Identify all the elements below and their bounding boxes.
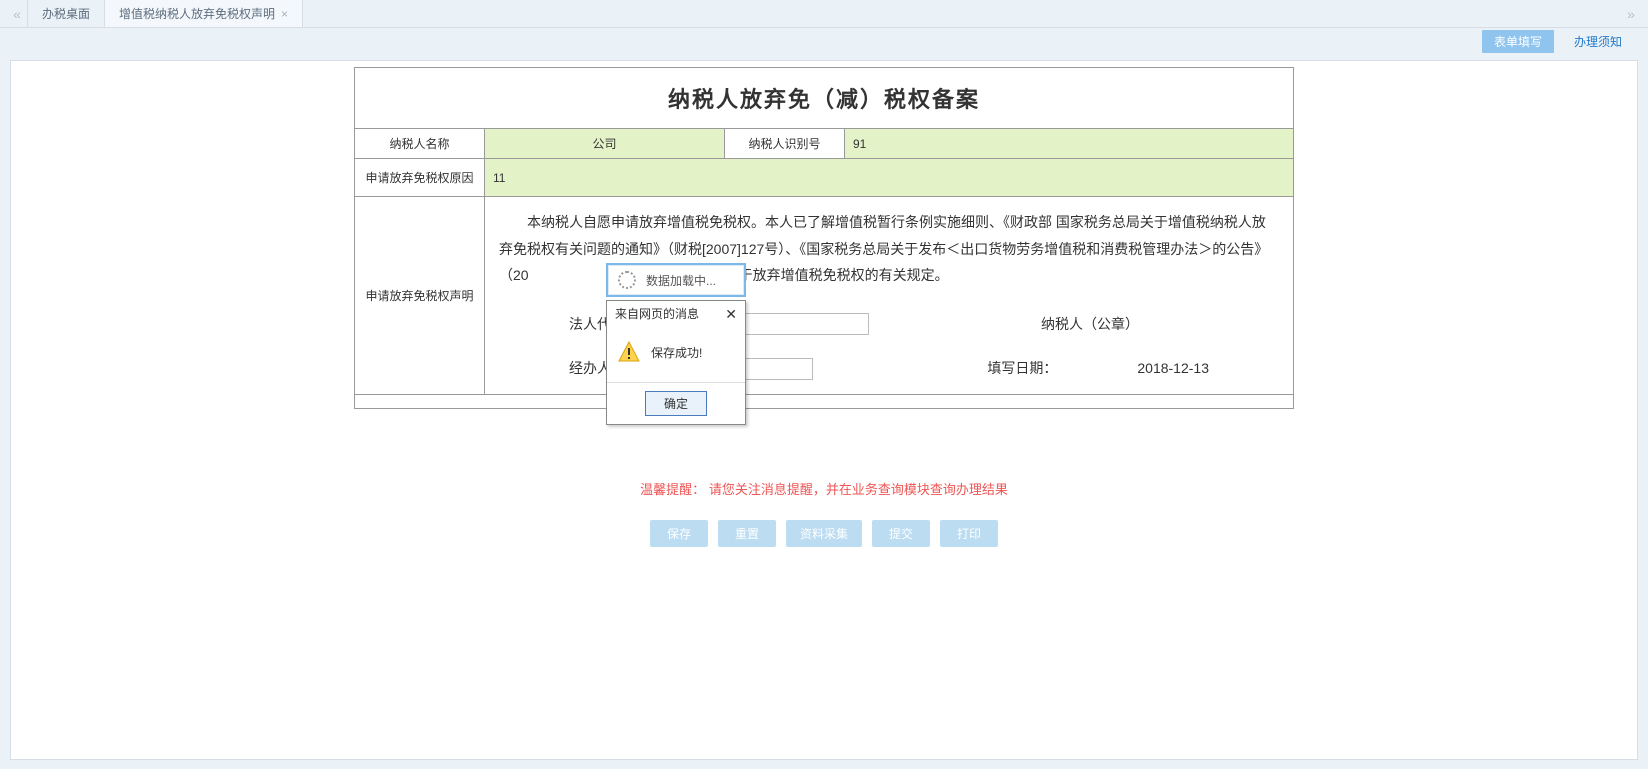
reminder-label: 温馨提醒：: [640, 482, 705, 497]
tab-form-fill[interactable]: 表单填写: [1482, 30, 1554, 53]
input-reason[interactable]: 11: [485, 159, 1294, 197]
dialog-body: 保存成功!: [607, 326, 745, 382]
save-button[interactable]: 保存: [650, 520, 708, 547]
dialog-ok-button[interactable]: 确定: [645, 391, 707, 416]
reminder-text: 温馨提醒： 请您关注消息提醒，并在业务查询模块查询办理结果: [354, 479, 1294, 498]
tab-label: 办税桌面: [42, 0, 90, 28]
dialog-message: 保存成功!: [651, 344, 702, 361]
loading-toast: 数据加载中...: [606, 263, 746, 297]
label-taxpayer-seal: 纳税人（公章）: [1041, 311, 1139, 338]
label-fill-date: 填写日期：: [987, 355, 1057, 382]
tabs-scroll-right-icon[interactable]: »: [1620, 0, 1642, 27]
tab-strip: « 办税桌面 增值税纳税人放弃免税权声明 × »: [0, 0, 1648, 28]
value-fill-date: 2018-12-13: [1137, 355, 1209, 382]
form-table: 纳税人名称 公司 纳税人识别号 91 申请放弃免税权原因 11 申请放弃免税权声…: [354, 128, 1294, 409]
print-button[interactable]: 打印: [940, 520, 998, 547]
reset-button[interactable]: 重置: [718, 520, 776, 547]
page-title: 纳税人放弃免（减）税权备案: [354, 67, 1294, 128]
form-area: 纳税人放弃免（减）税权备案 纳税人名称 公司 纳税人识别号 91 申请放弃免税权…: [354, 67, 1294, 547]
action-bar: 保存 重置 资料采集 提交 打印: [354, 520, 1294, 547]
tab-vat-waiver[interactable]: 增值税纳税人放弃免税权声明 ×: [104, 0, 303, 27]
value-taxpayer-id: 91: [845, 129, 1294, 159]
page-container: 纳税人放弃免（减）税权备案 纳税人名称 公司 纳税人识别号 91 申请放弃免税权…: [10, 60, 1638, 760]
dialog-actions: 确定: [607, 382, 745, 424]
dialog-titlebar: 来自网页的消息 ✕: [607, 301, 745, 326]
spinner-icon: [618, 271, 636, 289]
reminder-body: 请您关注消息提醒，并在业务查询模块查询办理结果: [709, 482, 1008, 497]
message-dialog: 来自网页的消息 ✕ 保存成功! 确定: [606, 300, 746, 425]
collect-button[interactable]: 资料采集: [786, 520, 862, 547]
sub-toolbar: 表单填写 办理须知: [0, 28, 1648, 54]
value-taxpayer-name: 公司: [485, 129, 725, 159]
tab-desktop[interactable]: 办税桌面: [27, 0, 105, 27]
submit-button[interactable]: 提交: [872, 520, 930, 547]
warning-icon: [617, 340, 641, 364]
close-icon[interactable]: ×: [281, 0, 288, 28]
close-icon[interactable]: ✕: [723, 307, 739, 321]
tab-label: 增值税纳税人放弃免税权声明: [119, 0, 275, 28]
label-statement: 申请放弃免税权声明: [355, 197, 485, 395]
label-reason: 申请放弃免税权原因: [355, 159, 485, 197]
tabs-scroll-left-icon[interactable]: «: [6, 0, 28, 27]
label-taxpayer-name: 纳税人名称: [355, 129, 485, 159]
dialog-title-text: 来自网页的消息: [615, 305, 699, 322]
loading-text: 数据加载中...: [646, 272, 716, 289]
label-taxpayer-id: 纳税人识别号: [725, 129, 845, 159]
tab-instructions[interactable]: 办理须知: [1562, 30, 1634, 53]
